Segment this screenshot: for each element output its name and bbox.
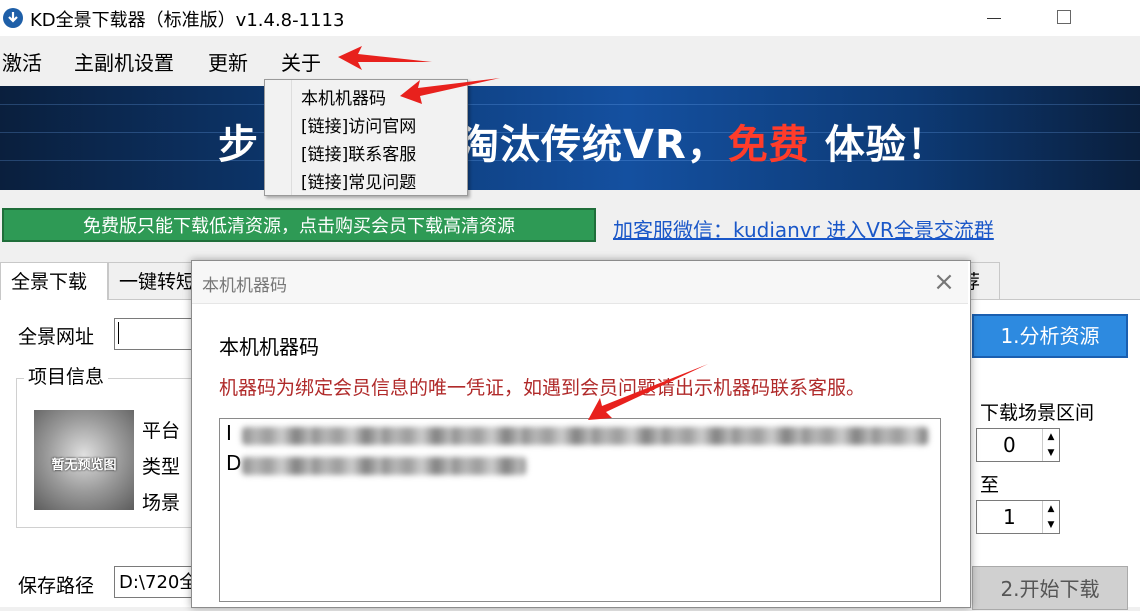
window-title: KD全景下载器（标准版）v1.4.8-1113 xyxy=(30,10,345,31)
project-info-title: 项目信息 xyxy=(24,362,109,389)
dialog-title-bar: 本机机器码 × xyxy=(192,261,968,304)
dialog-heading: 本机机器码 xyxy=(219,335,319,359)
buy-membership-button[interactable]: 免费版只能下载低清资源，点击购买会员下载高清资源 xyxy=(2,208,596,242)
code-line-1-prefix: I xyxy=(226,421,232,445)
maximize-button[interactable] xyxy=(1040,0,1086,36)
menu-activate[interactable]: 激活 xyxy=(2,47,42,76)
panorama-url-input[interactable] xyxy=(114,318,196,350)
stepper-up-icon[interactable]: ▲ xyxy=(1043,501,1059,517)
machine-code-textbox[interactable]: I D xyxy=(219,418,941,602)
start-download-button[interactable]: 2.开始下载 xyxy=(972,566,1128,610)
type-label: 类型 xyxy=(142,456,181,478)
save-path-label: 保存路径 xyxy=(18,575,95,597)
preview-placeholder-text: 暂无预览图 xyxy=(51,458,117,473)
menu-about[interactable]: 关于 xyxy=(281,47,321,76)
promo-banner[interactable]: 步淘汰传统VR，免费 体验！ xyxy=(0,86,1140,190)
machine-code-dialog: 本机机器码 × 本机机器码 机器码为绑定会员信息的唯一凭证，如遇到会员问题请出示… xyxy=(191,260,971,608)
range-from-value: 0 xyxy=(1003,433,1016,457)
menu-bar: 激活 主副机设置 更新 关于 xyxy=(0,40,1140,80)
machine-code-note: 机器码为绑定会员信息的唯一凭证，如遇到会员问题请出示机器码联系客服。 xyxy=(219,377,866,399)
menu-item-machine-code[interactable]: 本机机器码 xyxy=(301,84,386,109)
text-cursor xyxy=(118,322,119,344)
menu-item-contact-support[interactable]: [链接]联系客服 xyxy=(301,140,416,165)
menu-host-settings[interactable]: 主副机设置 xyxy=(74,47,174,76)
close-icon[interactable]: × xyxy=(930,269,958,297)
range-to-label: 至 xyxy=(980,474,1000,496)
stepper-down-icon[interactable]: ▼ xyxy=(1043,445,1059,461)
menu-item-official-site[interactable]: [链接]访问官网 xyxy=(301,112,416,137)
scene-range-label: 下载场景区间 xyxy=(980,402,1095,424)
redacted-code-line-1 xyxy=(242,427,928,445)
preview-image: 暂无预览图 xyxy=(34,410,134,510)
stepper-up-icon[interactable]: ▲ xyxy=(1043,429,1059,445)
range-from-stepper[interactable]: 0 ▲ ▼ xyxy=(976,428,1060,462)
title-bar: KD全景下载器（标准版）v1.4.8-1113 xyxy=(0,0,1140,36)
url-label: 全景网址 xyxy=(18,326,95,348)
redacted-code-line-2 xyxy=(242,457,526,475)
range-to-value: 1 xyxy=(1003,505,1016,529)
minimize-button[interactable] xyxy=(970,0,1016,36)
dialog-title: 本机机器码 xyxy=(202,276,287,296)
tab-panorama-download[interactable]: 全景下载 xyxy=(0,262,108,300)
download-app-icon xyxy=(3,8,23,28)
range-to-stepper[interactable]: 1 ▲ ▼ xyxy=(976,500,1060,534)
stepper-down-icon[interactable]: ▼ xyxy=(1043,517,1059,533)
platform-label: 平台 xyxy=(142,420,181,442)
menu-item-faq[interactable]: [链接]常见问题 xyxy=(301,168,416,193)
code-line-2-prefix: D xyxy=(226,451,242,475)
wechat-group-link[interactable]: 加客服微信：kudianvr 进入VR全景交流群 xyxy=(613,214,994,243)
menu-update[interactable]: 更新 xyxy=(208,47,248,76)
analyze-resource-button[interactable]: 1.分析资源 xyxy=(972,314,1128,358)
scene-label: 场景 xyxy=(142,492,181,514)
save-path-input[interactable]: D:\720全 xyxy=(114,566,194,598)
about-dropdown-menu: 本机机器码 [链接]访问官网 [链接]联系客服 [链接]常见问题 xyxy=(264,79,468,196)
